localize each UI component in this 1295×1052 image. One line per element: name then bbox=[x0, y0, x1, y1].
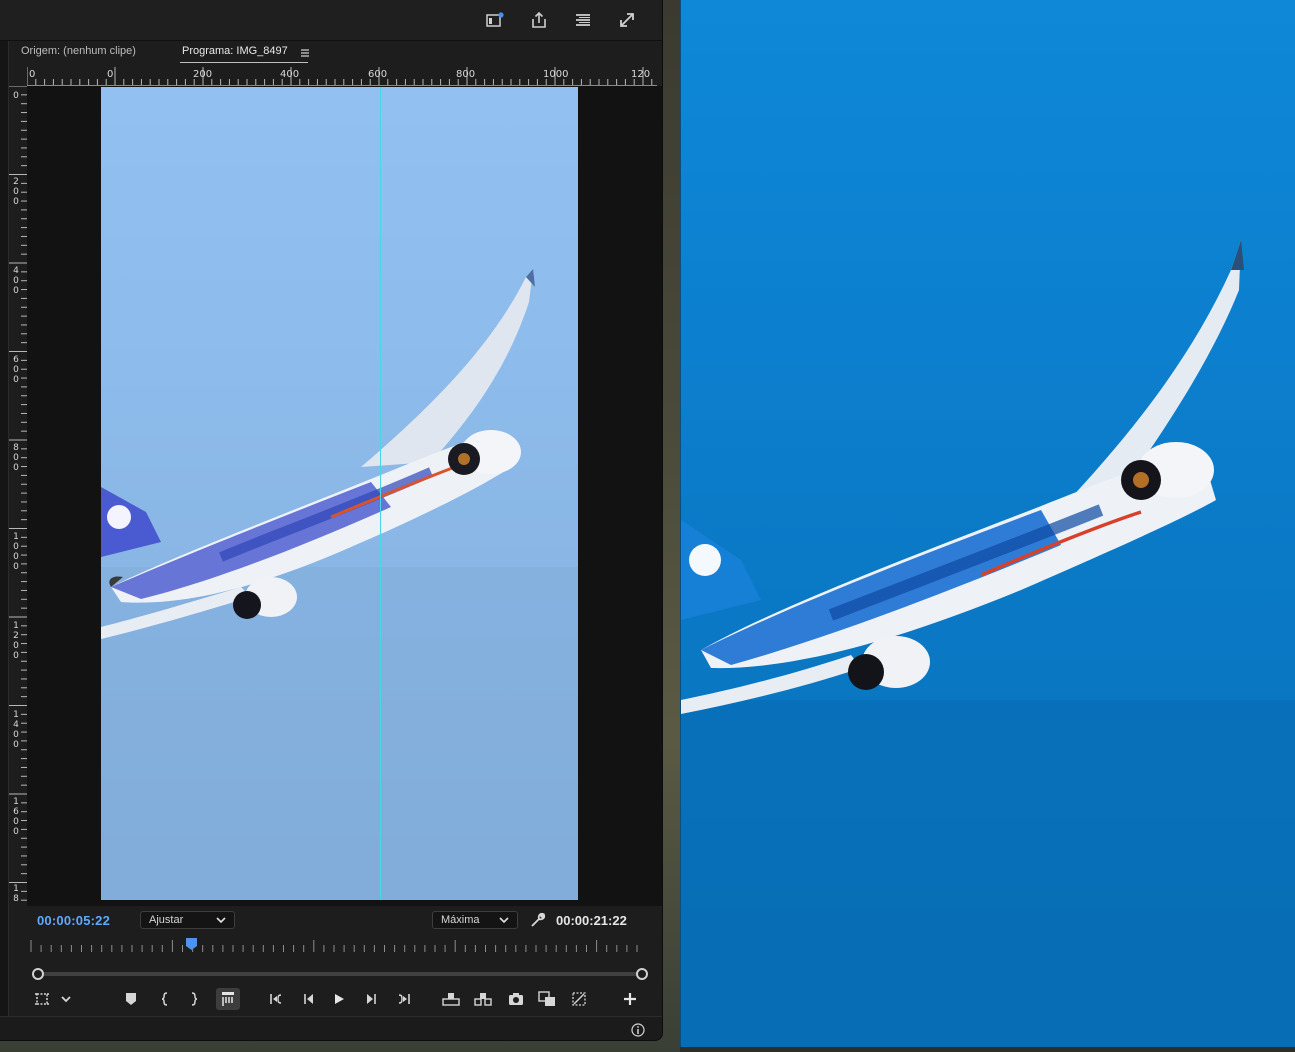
safe-margins-icon[interactable] bbox=[32, 990, 52, 1008]
tab-program-monitor[interactable]: Programa: IMG_8497 bbox=[182, 45, 288, 57]
ruler-label: 1600 bbox=[13, 797, 19, 837]
share-icon[interactable] bbox=[527, 8, 551, 32]
ruler-label: 1000 bbox=[13, 532, 19, 572]
playhead[interactable] bbox=[186, 938, 197, 952]
proxy-toggle-icon[interactable] bbox=[569, 990, 589, 1008]
wrench-icon[interactable] bbox=[530, 912, 546, 928]
airplane-photo bbox=[681, 240, 1295, 1047]
time-row: 00:00:05:22 Ajustar Máxima 00:00:21:22 bbox=[0, 908, 662, 932]
current-timecode[interactable]: 00:00:05:22 bbox=[37, 913, 110, 928]
zoom-level-select[interactable]: Ajustar bbox=[140, 911, 235, 929]
ruler-label: 200 bbox=[193, 69, 213, 80]
extract-icon[interactable] bbox=[473, 990, 493, 1008]
active-tab-indicator bbox=[180, 62, 308, 63]
button-editor-icon[interactable] bbox=[620, 990, 640, 1008]
ruler-label: 800 bbox=[456, 69, 476, 80]
premiere-program-window: Origem: (nenhum clipe) Programa: IMG_849… bbox=[0, 0, 663, 1041]
go-to-in-icon[interactable] bbox=[267, 990, 287, 1008]
monitor-tabs: Origem: (nenhum clipe) Programa: IMG_849… bbox=[10, 41, 662, 65]
mark-out-icon[interactable] bbox=[184, 990, 204, 1008]
ruler-label: 120 bbox=[631, 69, 651, 80]
add-marker-icon[interactable] bbox=[121, 990, 141, 1008]
left-panel-edge bbox=[0, 41, 9, 1016]
ruler-label: 400 bbox=[13, 266, 19, 296]
chevron-down-icon bbox=[499, 915, 509, 927]
ruler-horizontal: 0 0 200 400 600 800 1000 120 bbox=[27, 67, 657, 86]
playback-resolution-select[interactable]: Máxima bbox=[432, 911, 518, 929]
tab-source-monitor[interactable]: Origem: (nenhum clipe) bbox=[21, 45, 136, 57]
zoom-level-value: Ajustar bbox=[149, 914, 184, 926]
zoom-handle-left[interactable] bbox=[32, 968, 44, 980]
zoom-handle-right[interactable] bbox=[636, 968, 648, 980]
ruler-label: 0 bbox=[107, 69, 114, 80]
step-back-icon[interactable] bbox=[299, 990, 319, 1008]
ruler-vertical: 0 200 400 600 800 1000 1200 1400 1600 18 bbox=[9, 86, 28, 906]
status-bar bbox=[0, 1016, 662, 1040]
play-icon[interactable] bbox=[329, 990, 349, 1008]
ruler-label: 1400 bbox=[13, 710, 19, 750]
tab-menu-icon[interactable] bbox=[300, 45, 310, 57]
ruler-label: 800 bbox=[13, 443, 19, 473]
ruler-label: 0 bbox=[29, 69, 36, 80]
comparison-view-icon[interactable] bbox=[537, 990, 557, 1008]
airplane-image bbox=[101, 269, 578, 900]
panel-menu-icon[interactable] bbox=[571, 8, 595, 32]
lift-icon[interactable] bbox=[441, 990, 461, 1008]
ruler-label: 400 bbox=[280, 69, 300, 80]
preview-bottom-edge bbox=[680, 1047, 1295, 1052]
fullscreen-icon[interactable] bbox=[615, 8, 639, 32]
workspace-icon[interactable] bbox=[483, 8, 507, 32]
playback-resolution-value: Máxima bbox=[441, 914, 480, 926]
ruler-label: 1200 bbox=[13, 621, 19, 661]
chevron-down-icon[interactable] bbox=[56, 990, 76, 1008]
ruler-label: 600 bbox=[368, 69, 388, 80]
step-forward-icon[interactable] bbox=[361, 990, 381, 1008]
time-ruler[interactable] bbox=[30, 940, 642, 954]
ruler-label: 200 bbox=[13, 177, 19, 207]
ruler-label: 1000 bbox=[543, 69, 569, 80]
transport-controls bbox=[0, 986, 662, 1012]
timeline-zoom-scrollbar[interactable] bbox=[32, 968, 648, 980]
export-frame-icon[interactable] bbox=[506, 990, 526, 1008]
top-toolbar bbox=[0, 0, 662, 41]
reference-photo bbox=[680, 0, 1295, 1047]
chevron-down-icon bbox=[216, 915, 226, 927]
guide-line[interactable] bbox=[380, 87, 381, 900]
ruler-label: 0 bbox=[13, 91, 19, 101]
duration-timecode: 00:00:21:22 bbox=[556, 913, 627, 928]
ruler-label: 18 bbox=[13, 884, 19, 904]
toggle-markers-icon[interactable] bbox=[216, 988, 240, 1010]
go-to-out-icon[interactable] bbox=[393, 990, 413, 1008]
mark-in-icon[interactable] bbox=[155, 990, 175, 1008]
info-icon[interactable] bbox=[631, 1023, 645, 1037]
video-frame[interactable] bbox=[101, 87, 578, 900]
ruler-label: 600 bbox=[13, 355, 19, 385]
